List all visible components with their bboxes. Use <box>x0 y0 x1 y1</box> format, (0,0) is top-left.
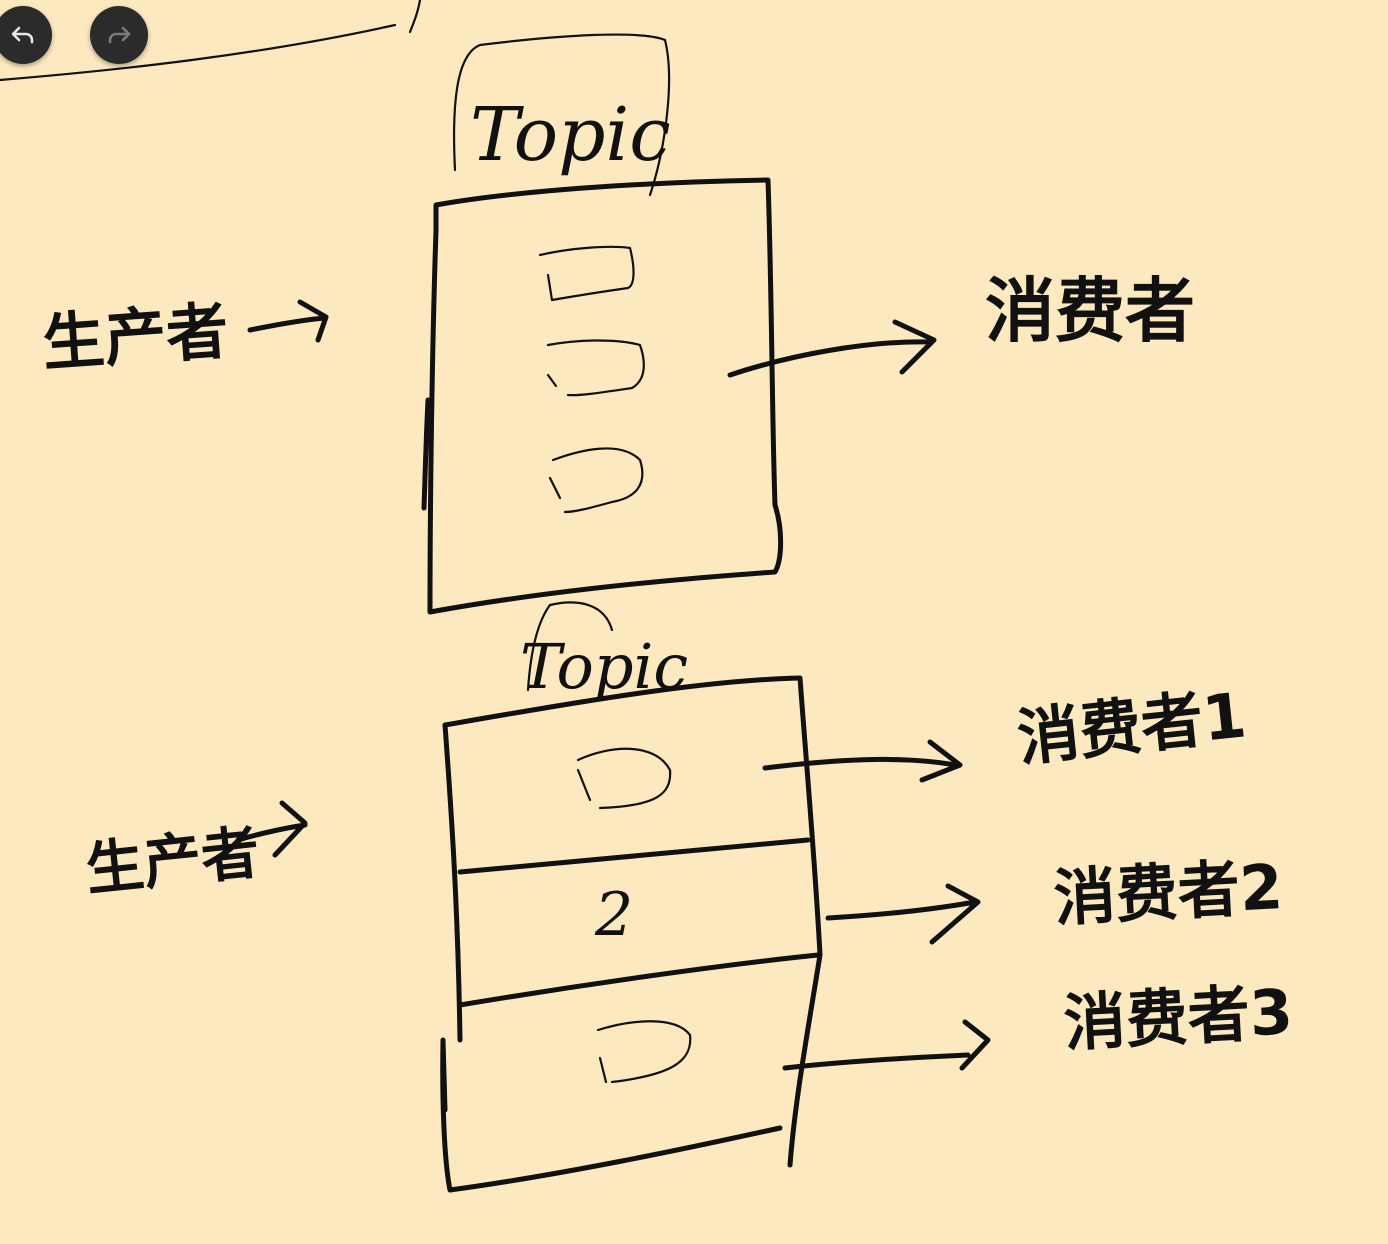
consumer-arrow-2 <box>825 883 981 945</box>
message-item <box>548 447 644 514</box>
partition-label: 2 <box>594 880 633 950</box>
partition-divider <box>457 837 811 875</box>
consumer-2-label: 消费者2 <box>1052 850 1285 935</box>
consumer-arrow-1 <box>762 739 963 783</box>
topic-box <box>421 177 784 615</box>
message-list <box>538 245 645 514</box>
bottom-diagram: Topic 2 生产者 消费者1 消费者2 消费者3 <box>82 601 1295 1193</box>
stray-stroke <box>408 0 422 34</box>
partition-message-icon <box>576 747 672 810</box>
consumer-3-label: 消费者3 <box>1062 975 1295 1060</box>
drawing-canvas[interactable]: Topic 生产者 消费者 Topic 2 生产者 消费者1 消费者2 消费者3 <box>0 0 1388 1244</box>
partition-divider <box>457 952 821 1008</box>
stray-stroke <box>0 23 397 82</box>
partition-message-icon <box>596 1020 692 1084</box>
consumer-1-label: 消费者1 <box>1014 678 1250 775</box>
message-item <box>546 339 645 397</box>
top-diagram: Topic 生产者 消费者 <box>40 33 1195 615</box>
producer-label: 生产者 <box>82 818 262 904</box>
producer-label: 生产者 <box>40 294 231 380</box>
consumer-label: 消费者 <box>985 270 1195 352</box>
message-item <box>538 245 635 302</box>
consumer-arrow <box>727 319 937 378</box>
topic-label: Topic <box>470 92 671 178</box>
consumer-arrow-3 <box>782 1019 991 1071</box>
producer-arrow <box>247 299 329 343</box>
